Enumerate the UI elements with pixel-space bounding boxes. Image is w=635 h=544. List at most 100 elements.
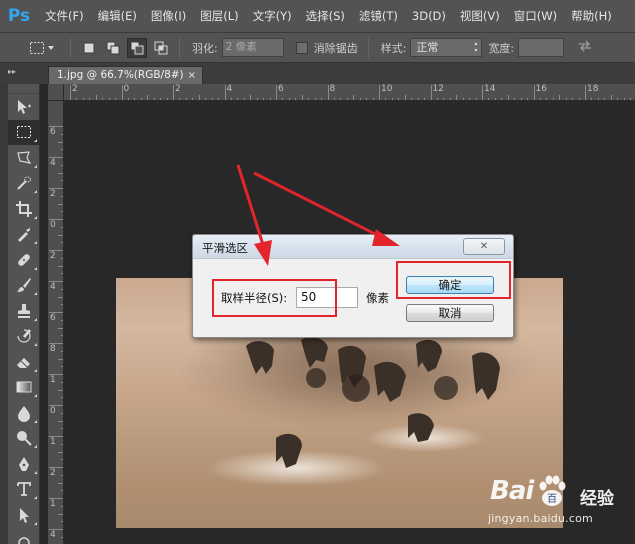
- tool-flyout-indicator: [34, 445, 37, 448]
- ruler-tick: [49, 405, 63, 406]
- eraser-icon: [17, 357, 30, 368]
- ruler-tick: [585, 85, 586, 100]
- collapse-panel-icon[interactable]: ▸▸: [8, 67, 16, 76]
- ruler-tick: [49, 498, 63, 499]
- options-bar: 羽化: 2 像素 消除锯齿 样式: 正常 宽度:: [0, 33, 635, 63]
- tool-flyout-indicator: [34, 164, 37, 168]
- menu-type[interactable]: 文字(Y): [246, 0, 299, 33]
- width-input[interactable]: [518, 38, 565, 57]
- menu-view[interactable]: 视图(V): [453, 0, 507, 33]
- path-selection-tool[interactable]: [8, 502, 40, 528]
- healing-brush-tool[interactable]: [8, 247, 40, 273]
- ruler-number: 2: [50, 468, 56, 478]
- ruler-number: 12: [432, 84, 444, 94]
- ruler-tick: [49, 281, 63, 282]
- width-label: 宽度:: [488, 41, 515, 55]
- menu-filter[interactable]: 滤镜(T): [352, 0, 405, 33]
- marquee-tool[interactable]: [8, 119, 40, 145]
- tool-flyout-indicator: [34, 190, 37, 193]
- menu-window[interactable]: 窗口(W): [507, 0, 564, 33]
- menu-file[interactable]: 文件(F): [38, 0, 91, 33]
- ruler-tick: [49, 126, 63, 127]
- move-icon: [18, 99, 31, 114]
- ruler-origin[interactable]: [48, 84, 64, 101]
- ruler-tick: [49, 343, 63, 344]
- document-tab-strip: ▸▸ 1.jpg @ 66.7%(RGB/8#) ×: [0, 63, 635, 84]
- cancel-button[interactable]: 取消: [406, 304, 494, 322]
- pen-tool[interactable]: [8, 451, 40, 477]
- ruler-number: 2: [50, 189, 56, 199]
- clone-stamp-tool[interactable]: [8, 298, 40, 324]
- tool-flyout-indicator: [34, 215, 37, 219]
- ruler-tick: [379, 85, 380, 100]
- tool-flyout-indicator: [34, 343, 37, 346]
- swap-dimensions-button[interactable]: [578, 40, 592, 55]
- horizontal-ruler[interactable]: 2 0 2 4 6 8 10 12 14 16 18: [64, 84, 635, 101]
- blur-drop-icon: [18, 405, 30, 422]
- add-selection-button[interactable]: [103, 38, 123, 58]
- ruler-number: 0: [50, 220, 56, 230]
- type-tool[interactable]: [8, 477, 40, 503]
- new-selection-icon: [83, 42, 95, 53]
- path-selection-icon: [20, 507, 29, 523]
- tools-panel: [8, 84, 40, 544]
- dialog-titlebar[interactable]: 平滑选区 ✕: [193, 235, 513, 259]
- quick-selection-tool[interactable]: [8, 171, 40, 197]
- shape-tool[interactable]: [8, 528, 40, 544]
- dodge-tool[interactable]: [8, 426, 40, 452]
- eraser-tool[interactable]: [8, 349, 40, 375]
- baidu-jingyan-watermark: Bai 百 经验 jingyan.baidu.com: [482, 470, 632, 540]
- ruler-number: 18: [587, 84, 599, 94]
- crop-icon: [16, 200, 32, 217]
- tab-document[interactable]: 1.jpg @ 66.7%(RGB/8#) ×: [48, 66, 203, 84]
- tool-flyout-indicator: [34, 419, 37, 423]
- bandage-icon: [18, 253, 30, 266]
- new-selection-button[interactable]: [79, 38, 99, 58]
- menu-help[interactable]: 帮助(H): [564, 0, 619, 33]
- blur-tool[interactable]: [8, 400, 40, 426]
- style-select[interactable]: 正常: [410, 38, 483, 57]
- annotation-box-ok: [396, 261, 511, 299]
- crop-tool[interactable]: [8, 196, 40, 222]
- gradient-tool[interactable]: [8, 375, 40, 401]
- feather-input[interactable]: 2 像素: [221, 38, 284, 57]
- options-separator: [179, 37, 180, 58]
- ruler-number: 2: [72, 84, 78, 94]
- ruler-tick: [121, 85, 123, 100]
- intersect-selection-button[interactable]: [151, 38, 171, 58]
- pen-icon: [19, 456, 29, 471]
- tool-flyout-indicator: [34, 266, 37, 270]
- toolbar-grip[interactable]: [8, 84, 39, 94]
- move-tool[interactable]: [8, 94, 40, 120]
- watermark-url: jingyan.baidu.com: [488, 512, 593, 525]
- ruler-tick: [49, 467, 63, 468]
- tool-preset-picker[interactable]: [20, 37, 64, 59]
- brush-tool[interactable]: [8, 273, 40, 299]
- tool-flyout-indicator: [34, 292, 37, 295]
- lasso-tool[interactable]: [8, 145, 40, 171]
- menu-select[interactable]: 选择(S): [299, 0, 352, 33]
- vertical-ruler[interactable]: 64202468101214: [48, 101, 64, 544]
- close-tab-icon[interactable]: ×: [188, 67, 196, 84]
- gradient-icon: [16, 381, 32, 393]
- stamp-icon: [18, 303, 30, 318]
- dialog-close-button[interactable]: ✕: [463, 238, 505, 255]
- annotation-box-radius: [212, 279, 337, 317]
- history-brush-icon: [17, 329, 31, 343]
- antialias-checkbox[interactable]: [295, 41, 308, 54]
- subtract-selection-icon: [130, 41, 144, 54]
- tool-flyout-indicator: [34, 470, 37, 474]
- tool-flyout-indicator: [34, 368, 37, 372]
- eyedropper-icon: [18, 228, 30, 243]
- menu-layer[interactable]: 图层(L): [193, 0, 245, 33]
- subtract-selection-button[interactable]: [127, 37, 147, 58]
- menu-3d[interactable]: 3D(D): [405, 0, 453, 33]
- baidu-paw-icon: 百: [539, 475, 566, 506]
- ruler-number: 6: [50, 127, 56, 137]
- history-brush-tool[interactable]: [8, 324, 40, 350]
- polygonal-lasso-icon: [17, 151, 32, 164]
- menu-edit[interactable]: 编辑(E): [91, 0, 144, 33]
- eyedropper-tool[interactable]: [8, 222, 40, 248]
- ruler-number: 4: [50, 282, 56, 292]
- menu-image[interactable]: 图像(I): [144, 0, 193, 33]
